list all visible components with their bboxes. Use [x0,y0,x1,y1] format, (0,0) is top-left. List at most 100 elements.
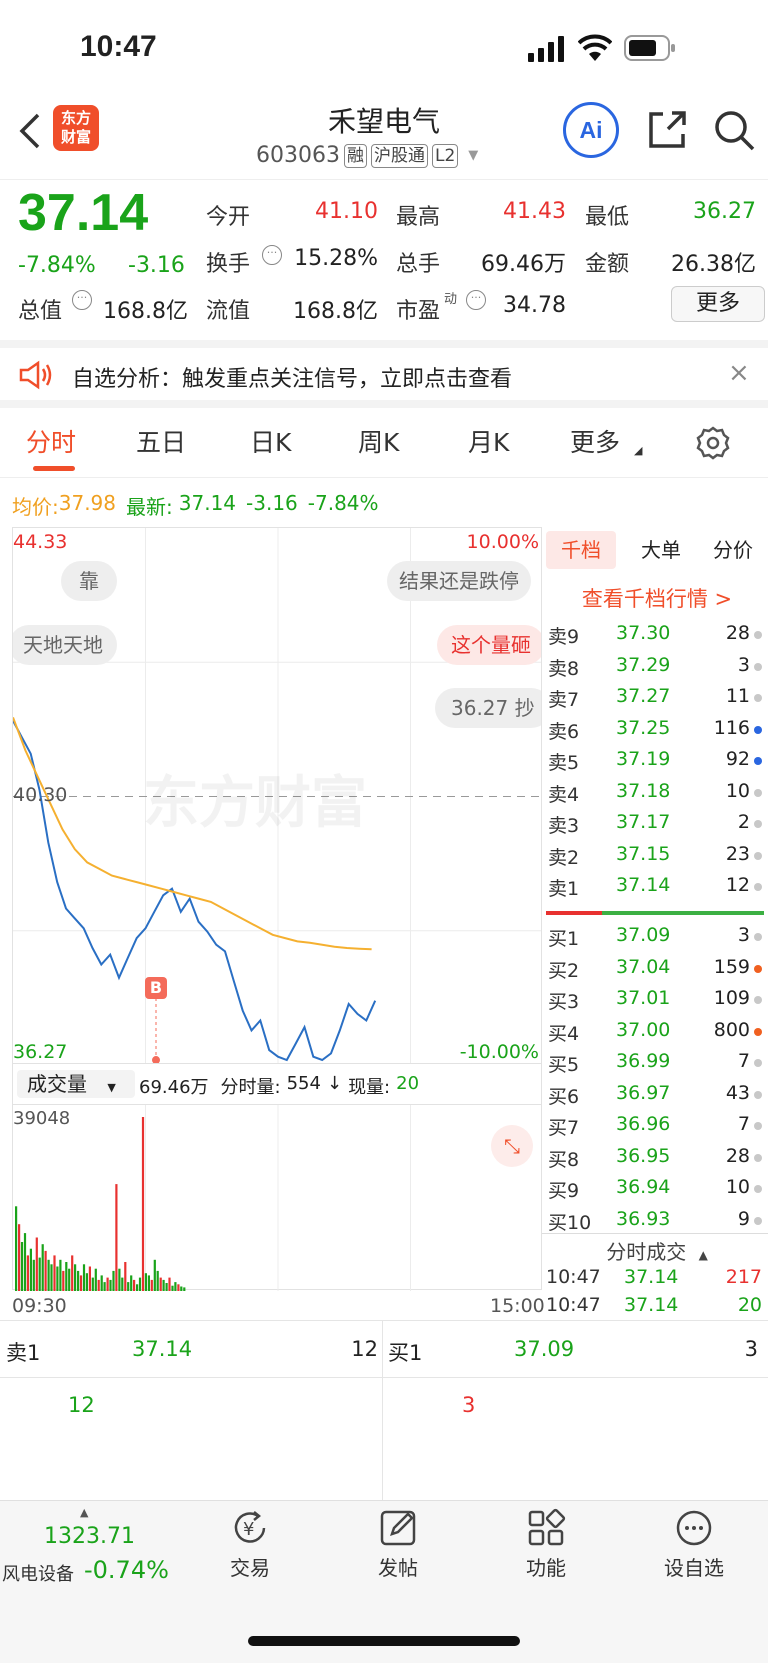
info-icon[interactable]: ··· [466,290,486,310]
bid-row[interactable]: 买4 37.00 800 [546,1017,768,1048]
ask-level-label: 卖3 [548,815,580,837]
trade-quantity: 20 [737,1294,762,1316]
volume-bar [112,1270,115,1291]
sector-index[interactable]: ▲ 1323.71 风电设备 -0.74% [0,1504,178,1594]
settings-icon[interactable] [695,425,731,461]
dropdown-icon[interactable]: ▼ [468,148,478,163]
trade-time: 10:47 [546,1294,601,1316]
bid-level-label: 买3 [548,991,580,1013]
tab-monthly-k[interactable]: 月K [468,423,509,459]
volume-chart[interactable]: 39048 ⤡ [12,1104,542,1291]
trades-header[interactable]: 分时成交 ▲ [546,1236,768,1265]
trade-time: 10:47 [546,1266,601,1288]
tab-daily-k[interactable]: 日K [250,423,291,459]
app-header: 东方 财富 禾望电气 603063 融 沪股通 L2 ▼ Ai [0,95,768,180]
ask-row[interactable]: 卖8 37.29 3 [546,652,768,683]
ask-row[interactable]: 卖9 37.30 28 [546,620,768,651]
ask-price: 37.15 [616,842,671,865]
stock-code-row[interactable]: 603063 融 沪股通 L2 ▼ [256,143,478,168]
low-value: 36.27 [693,199,756,224]
buy-marker[interactable]: B [145,977,167,999]
volume-bar [68,1268,71,1291]
tab-weekly-k[interactable]: 周K [358,423,399,459]
comment-bubble[interactable]: 靠 [61,561,117,601]
ask-row[interactable]: 卖7 37.27 11 [546,683,768,714]
tab-price-distribution[interactable]: 分价 [698,531,768,569]
volume-bar [18,1224,21,1291]
ask-quantity: 11 [725,685,750,707]
close-icon[interactable]: × [728,358,750,388]
bid-row[interactable]: 买9 36.94 10 [546,1174,768,1205]
bid-level-label: 买9 [548,1180,580,1202]
share-icon[interactable] [646,109,688,151]
volume-bar [165,1283,168,1291]
comment-bubble[interactable]: 36.27 抄 [435,688,541,728]
ask-price: 37.29 [616,653,671,676]
bid-row[interactable]: 买8 36.95 28 [546,1143,768,1174]
ask-row[interactable]: 卖3 37.17 2 [546,809,768,840]
high-value: 41.43 [503,199,566,224]
ask-row[interactable]: 卖4 37.18 10 [546,778,768,809]
level1-sell-sub: 12 [68,1393,95,1417]
volume-bar [74,1264,77,1291]
volume-bar [183,1287,186,1291]
view-levels-link[interactable]: 查看千档行情 > [546,583,768,613]
bid-row[interactable]: 买6 36.97 43 [546,1080,768,1111]
bid-row[interactable]: 买2 37.04 159 [546,954,768,985]
bid-row[interactable]: 买10 36.93 9 [546,1206,768,1237]
ask-dot-icon [754,788,762,797]
notice-bar[interactable]: 自选分析：触发重点关注信号，立即点击查看 × [0,340,768,408]
comment-bubble[interactable]: 这个量砸 [437,625,541,665]
float-cap-label: 流值 [206,299,251,324]
tab-five-day[interactable]: 五日 [136,423,186,459]
level1-buy-label: 买1 [388,1341,423,1365]
ask-dot-icon [754,883,762,891]
ask-row[interactable]: 卖2 37.15 23 [546,841,768,872]
ask-row[interactable]: 卖5 37.19 92 [546,746,768,777]
ai-button[interactable]: Ai [563,102,619,158]
volume-bar [77,1270,80,1291]
volume-bar [144,1273,147,1291]
comment-bubble[interactable]: 天地天地 [13,625,117,665]
volume-bar [91,1277,94,1291]
level1-panel: 卖1 37.14 12 12 买1 37.09 3 3 [0,1320,768,1501]
ask-row[interactable]: 卖6 37.25 116 [546,715,768,746]
nav-add-watchlist[interactable]: 设自选 [634,1508,754,1588]
trades-title: 分时成交 [606,1240,687,1264]
tab-more[interactable]: 更多 [570,423,620,459]
volume-bar [124,1262,127,1291]
volume-bar [62,1270,65,1291]
amount-value: 26.38亿 [671,252,756,277]
trade-price: 37.14 [624,1266,679,1288]
info-icon[interactable]: ··· [72,290,92,310]
notice-text: 自选分析：触发重点关注信号，立即点击查看 [72,367,513,392]
ask-level-label: 卖2 [548,846,580,869]
ask-row[interactable]: 卖1 37.14 12 [546,872,768,903]
bid-row[interactable]: 买1 37.09 3 [546,922,768,953]
nav-trade[interactable]: ¥ 交易 [190,1508,310,1588]
pct-max-label: 10.00% [466,531,539,553]
nav-function[interactable]: 功能 [486,1508,606,1588]
more-button[interactable]: 更多 [671,286,765,322]
bid-row[interactable]: 买5 36.99 7 [546,1048,768,1079]
price-chart[interactable]: 东方财富 44.33 40.30 36.27 10.00% -10.00% 靠 … [12,527,542,1064]
volume-selector-label: 成交量 [27,1072,87,1096]
tab-large-orders[interactable]: 大单 [626,531,696,569]
volume-bar [180,1286,183,1291]
order-book-tabs: 千档 大单 分价 [546,531,768,571]
search-icon[interactable] [713,109,757,153]
bid-dot-icon [754,1216,762,1225]
nav-trade-label: 交易 [230,1556,270,1580]
fullscreen-button[interactable]: ⤡ [491,1125,533,1167]
bid-row[interactable]: 买3 37.01 109 [546,985,768,1016]
info-icon[interactable]: ··· [262,245,282,265]
current-price: 37.14 [18,184,149,242]
comment-bubble[interactable]: 结果还是跌停 [387,561,531,601]
volume-indicator-selector[interactable]: 成交量 ▼ [17,1070,135,1098]
nav-post[interactable]: 发帖 [338,1508,458,1588]
tab-intraday[interactable]: 分时 [26,423,76,459]
bid-row[interactable]: 买7 36.96 7 [546,1111,768,1142]
tag-level2: L2 [431,143,459,168]
ask-price: 37.25 [616,716,671,739]
tab-thousand-levels[interactable]: 千档 [546,531,616,569]
